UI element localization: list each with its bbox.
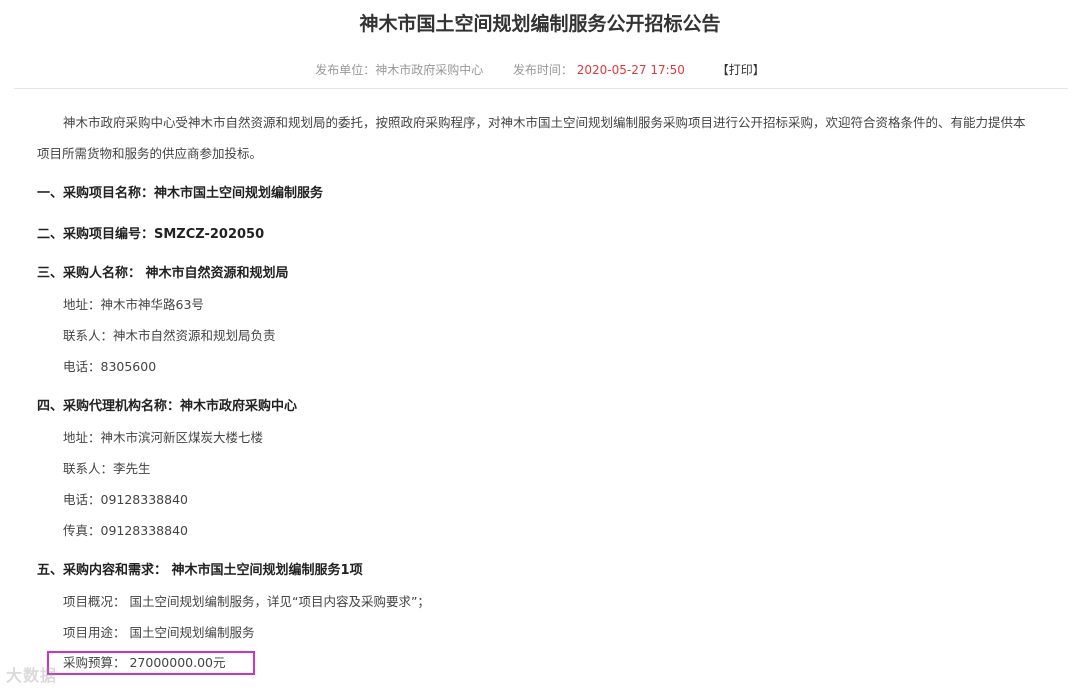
agency-contact: 联系人：李先生 [63, 461, 151, 476]
purchaser-contact: 联系人：神木市自然资源和规划局负责 [63, 328, 276, 343]
content-usage: 项目用途： 国土空间规划编制服务 [63, 625, 255, 640]
section-purchaser: 三、采购人名称： 神木市自然资源和规划局 [37, 266, 289, 281]
purchaser-phone: 电话：8305600 [63, 359, 157, 374]
agency-phone: 电话：09128338840 [63, 492, 188, 507]
intro-line-1: 神木市政府采购中心受神木市自然资源和规划局的委托，按照政府采购程序，对神木市国土… [63, 115, 1026, 130]
budget-highlight-box [47, 651, 255, 675]
agency-address: 地址：神木市滨河新区煤炭大楼七楼 [63, 430, 264, 445]
section-project-name: 一、采购项目名称：神木市国土空间规划编制服务 [37, 186, 324, 201]
section-project-number: 二、采购项目编号：SMZCZ-202050 [37, 227, 265, 242]
agency-fax: 传真：09128338840 [63, 523, 188, 538]
section-content: 五、采购内容和需求： 神木市国土空间规划编制服务1项 [37, 563, 363, 578]
content-overview: 项目概况： 国土空间规划编制服务，详见“项目内容及采购要求”； [63, 594, 430, 609]
purchaser-address: 地址：神木市神华路63号 [63, 297, 204, 312]
watermark: 大数据 [6, 666, 58, 685]
announcement-body: 神木市政府采购中心受神木市自然资源和规划局的委托，按照政府采购程序，对神木市国土… [0, 0, 1080, 694]
intro-line-2: 项目所需货物和服务的供应商参加投标。 [37, 146, 263, 161]
section-agency: 四、采购代理机构名称：神木市政府采购中心 [37, 399, 298, 414]
